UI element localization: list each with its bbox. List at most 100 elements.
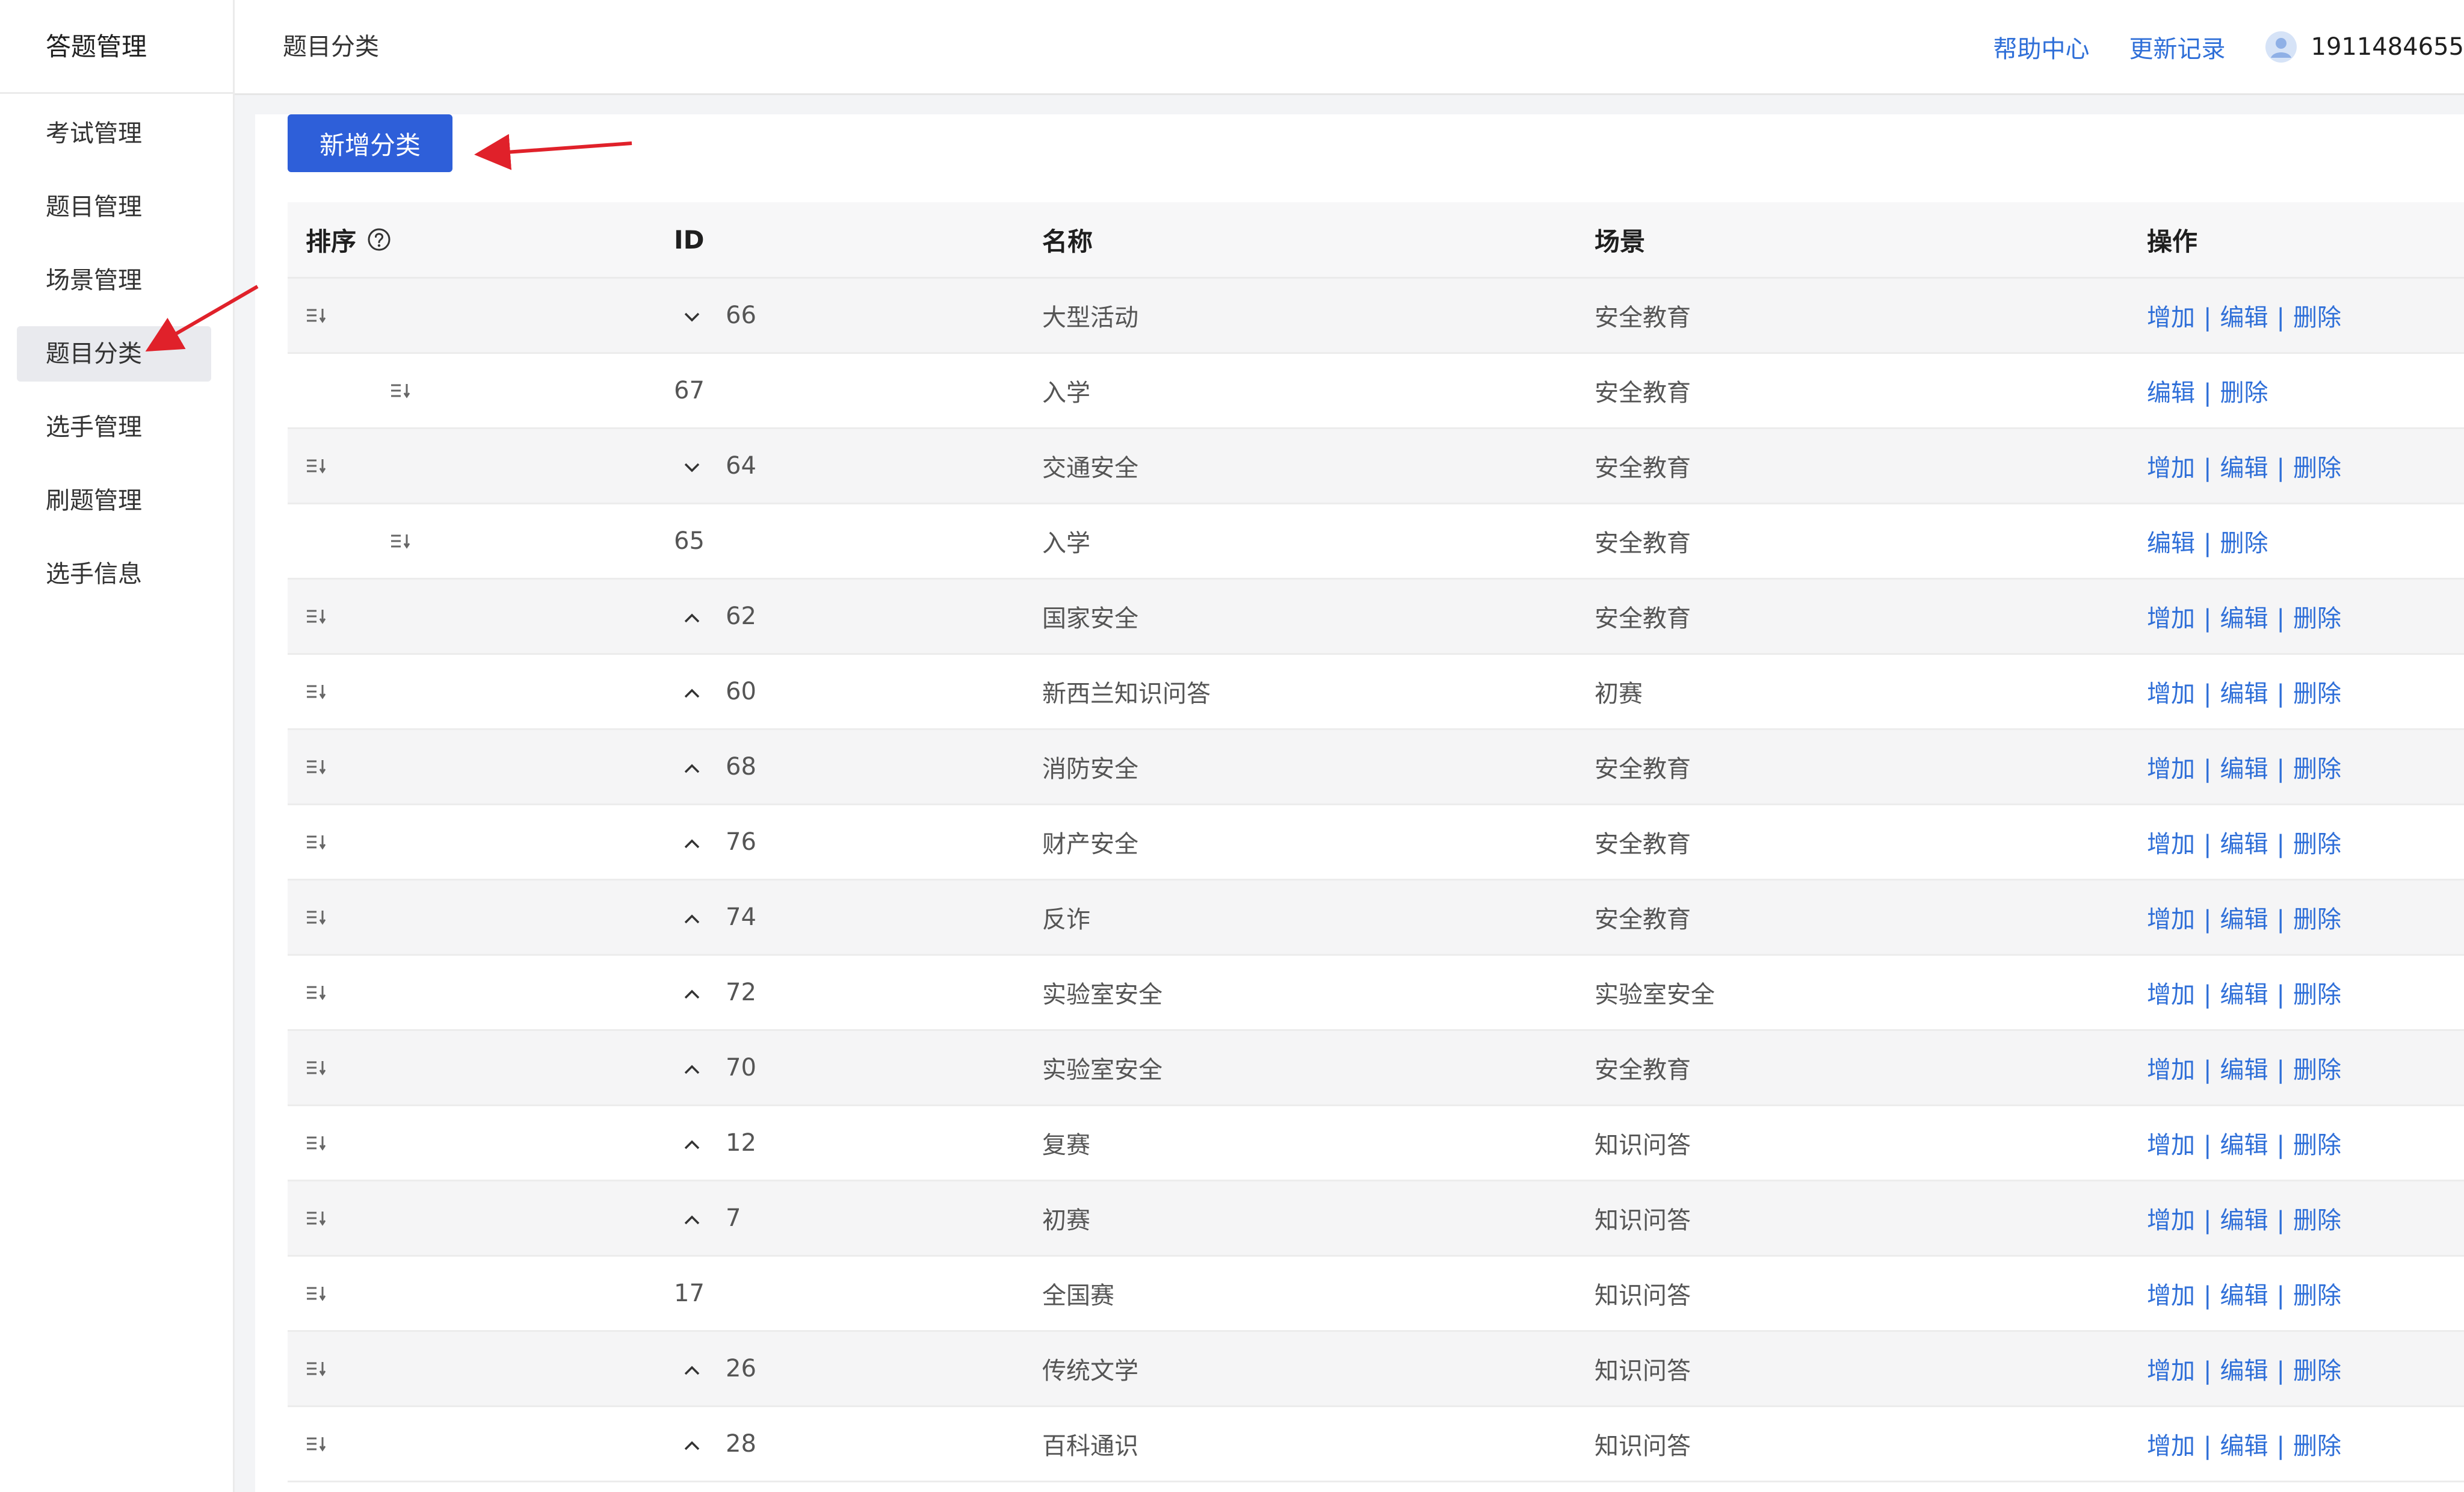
edit-link[interactable]: 编辑 — [2220, 1282, 2268, 1310]
row-name: 实验室安全 — [1042, 981, 1163, 1009]
row-id: 62 — [726, 602, 756, 630]
add-link[interactable]: 增加 — [2147, 1357, 2195, 1385]
edit-link[interactable]: 编辑 — [2220, 304, 2268, 332]
drag-handle-icon[interactable] — [390, 382, 412, 400]
sidebar-item-question-management[interactable]: 题目管理 — [17, 179, 211, 235]
add-link[interactable]: 增加 — [2147, 831, 2195, 858]
delete-link[interactable]: 删除 — [2293, 755, 2341, 783]
row-scene: 知识问答 — [1595, 1131, 1691, 1159]
delete-link[interactable]: 删除 — [2293, 454, 2341, 482]
chevron-down-icon[interactable] — [682, 462, 702, 474]
delete-link[interactable]: 删除 — [2293, 605, 2341, 633]
delete-link[interactable]: 删除 — [2293, 304, 2341, 332]
chevron-down-icon[interactable] — [682, 311, 702, 323]
ops-separator: | — [2203, 1282, 2212, 1310]
delete-link[interactable]: 删除 — [2293, 981, 2341, 1009]
chevron-up-icon[interactable] — [682, 612, 702, 624]
chevron-up-icon[interactable] — [682, 1440, 702, 1452]
delete-link[interactable]: 删除 — [2293, 1282, 2341, 1310]
edit-link[interactable]: 编辑 — [2220, 454, 2268, 482]
help-circle-icon[interactable] — [367, 228, 391, 252]
chevron-up-icon[interactable] — [682, 913, 702, 925]
chevron-up-icon[interactable] — [682, 1063, 702, 1076]
delete-link[interactable]: 删除 — [2293, 1207, 2341, 1234]
drag-handle-icon[interactable] — [306, 908, 327, 926]
edit-link[interactable]: 编辑 — [2220, 1357, 2268, 1385]
user-menu[interactable]: 1911484655 — [2265, 31, 2464, 63]
drag-handle-icon[interactable] — [306, 1284, 327, 1302]
add-category-button[interactable]: 新增分类 — [288, 114, 452, 172]
delete-link[interactable]: 删除 — [2293, 1357, 2341, 1385]
add-link[interactable]: 增加 — [2147, 605, 2195, 633]
drag-handle-icon[interactable] — [306, 983, 327, 1001]
edit-link[interactable]: 编辑 — [2147, 530, 2195, 557]
chevron-up-icon[interactable] — [682, 1139, 702, 1151]
app-title: 答题管理 — [0, 0, 233, 94]
delete-link[interactable]: 删除 — [2220, 379, 2268, 407]
sidebar-item-exam-management[interactable]: 考试管理 — [17, 106, 211, 161]
drag-handle-icon[interactable] — [306, 683, 327, 701]
table-row: 28 百科通识 知识问答 增加 | 编辑 | 删除 — [288, 1407, 2464, 1482]
add-link[interactable]: 增加 — [2147, 1432, 2195, 1460]
add-link[interactable]: 增加 — [2147, 906, 2195, 933]
drag-handle-icon[interactable] — [306, 1435, 327, 1453]
changelog-link[interactable]: 更新记录 — [2129, 29, 2226, 64]
add-link[interactable]: 增加 — [2147, 304, 2195, 332]
edit-link[interactable]: 编辑 — [2220, 981, 2268, 1009]
delete-link[interactable]: 删除 — [2293, 680, 2341, 708]
chevron-up-icon[interactable] — [682, 687, 702, 699]
drag-handle-icon[interactable] — [306, 607, 327, 625]
column-name: 名称 — [1042, 226, 1093, 256]
ops-separator: | — [2276, 1282, 2285, 1310]
drag-handle-icon[interactable] — [306, 306, 327, 324]
delete-link[interactable]: 删除 — [2293, 1432, 2341, 1460]
drag-handle-icon[interactable] — [306, 1360, 327, 1378]
delete-link[interactable]: 删除 — [2220, 530, 2268, 557]
drag-handle-icon[interactable] — [390, 532, 412, 550]
help-center-link[interactable]: 帮助中心 — [1993, 29, 2090, 64]
sidebar-item-question-category[interactable]: 题目分类 — [17, 326, 211, 382]
chevron-up-icon[interactable] — [682, 763, 702, 775]
edit-link[interactable]: 编辑 — [2220, 1432, 2268, 1460]
add-link[interactable]: 增加 — [2147, 454, 2195, 482]
chevron-up-icon[interactable] — [682, 838, 702, 850]
sidebar-item-practice-management[interactable]: 刷题管理 — [17, 473, 211, 528]
edit-link[interactable]: 编辑 — [2220, 831, 2268, 858]
row-actions: 增加 | 编辑 | 删除 — [2129, 599, 2464, 634]
drag-handle-icon[interactable] — [306, 1059, 327, 1077]
drag-handle-icon[interactable] — [306, 457, 327, 475]
chevron-up-icon[interactable] — [682, 1364, 702, 1376]
edit-link[interactable]: 编辑 — [2220, 1131, 2268, 1159]
edit-link[interactable]: 编辑 — [2220, 755, 2268, 783]
chevron-up-icon[interactable] — [682, 988, 702, 1000]
edit-link[interactable]: 编辑 — [2220, 906, 2268, 933]
drag-handle-icon[interactable] — [306, 1134, 327, 1152]
add-link[interactable]: 增加 — [2147, 1056, 2195, 1084]
add-link[interactable]: 增加 — [2147, 1207, 2195, 1234]
sidebar-item-scene-management[interactable]: 场景管理 — [17, 253, 211, 308]
edit-link[interactable]: 编辑 — [2220, 605, 2268, 633]
chevron-up-icon[interactable] — [682, 1214, 702, 1226]
add-link[interactable]: 增加 — [2147, 1131, 2195, 1159]
sidebar-item-player-info[interactable]: 选手信息 — [17, 546, 211, 602]
edit-link[interactable]: 编辑 — [2220, 1056, 2268, 1084]
drag-handle-icon[interactable] — [306, 1209, 327, 1227]
add-link[interactable]: 增加 — [2147, 1282, 2195, 1310]
drag-handle-icon[interactable] — [306, 758, 327, 776]
add-link[interactable]: 增加 — [2147, 680, 2195, 708]
edit-link[interactable]: 编辑 — [2220, 680, 2268, 708]
delete-link[interactable]: 删除 — [2293, 1056, 2341, 1084]
delete-link[interactable]: 删除 — [2293, 831, 2341, 858]
delete-link[interactable]: 删除 — [2293, 1131, 2341, 1159]
row-id: 12 — [726, 1129, 756, 1157]
add-link[interactable]: 增加 — [2147, 755, 2195, 783]
drag-handle-icon[interactable] — [306, 833, 327, 851]
add-link[interactable]: 增加 — [2147, 981, 2195, 1009]
edit-link[interactable]: 编辑 — [2147, 379, 2195, 407]
delete-link[interactable]: 删除 — [2293, 906, 2341, 933]
edit-link[interactable]: 编辑 — [2220, 1207, 2268, 1234]
row-id: 66 — [726, 302, 756, 329]
row-name: 交通安全 — [1042, 454, 1138, 482]
sidebar-item-player-management[interactable]: 选手管理 — [17, 400, 211, 455]
table-row: 70 实验室安全 安全教育 增加 | 编辑 | 删除 — [288, 1031, 2464, 1106]
